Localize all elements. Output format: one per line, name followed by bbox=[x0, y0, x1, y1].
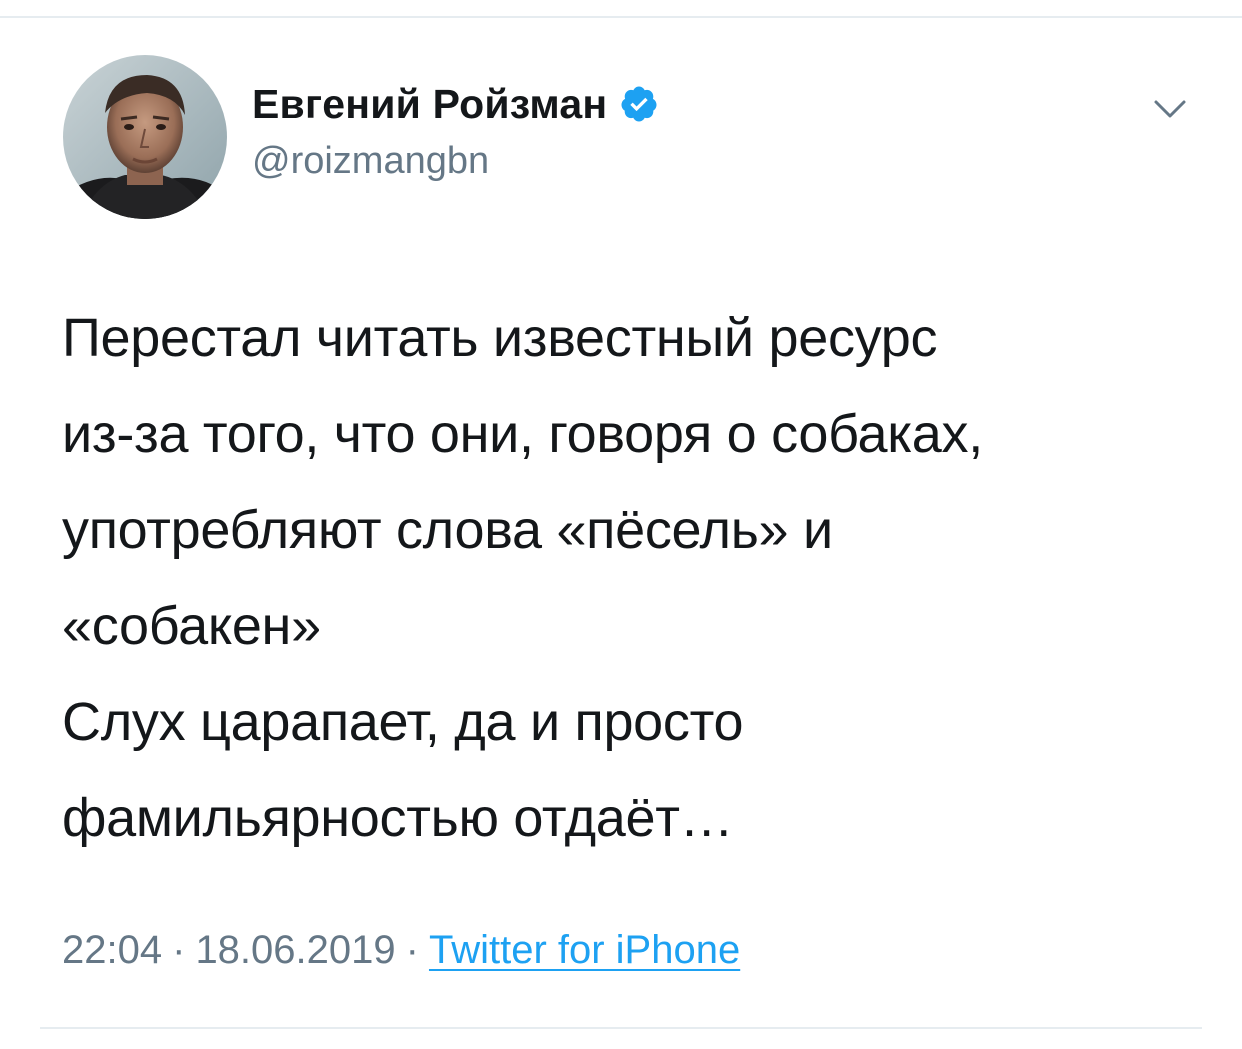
avatar[interactable] bbox=[63, 55, 227, 219]
tweet-source-link[interactable]: Twitter for iPhone bbox=[429, 928, 740, 973]
tweet-date[interactable]: 18.06.2019 bbox=[195, 928, 395, 973]
author-handle[interactable]: @roizmangbn bbox=[252, 140, 659, 183]
avatar-image bbox=[63, 55, 227, 219]
name-row: Евгений Ройзман bbox=[252, 80, 659, 128]
meta-separator: · bbox=[405, 928, 419, 972]
tweet-meta: 22:04 · 18.06.2019 · Twitter for iPhone bbox=[62, 928, 740, 973]
author-block: Евгений Ройзман @roizmangbn bbox=[252, 80, 659, 183]
verified-badge-icon bbox=[621, 86, 657, 122]
tweet-time[interactable]: 22:04 bbox=[62, 928, 162, 973]
bottom-divider bbox=[40, 1027, 1202, 1029]
author-display-name[interactable]: Евгений Ройзман bbox=[252, 81, 607, 128]
meta-separator: · bbox=[172, 928, 186, 972]
chevron-down-icon[interactable] bbox=[1150, 96, 1190, 122]
top-divider bbox=[0, 16, 1242, 18]
tweet-text: Перестал читать известный ресурс из-за т… bbox=[62, 308, 983, 848]
